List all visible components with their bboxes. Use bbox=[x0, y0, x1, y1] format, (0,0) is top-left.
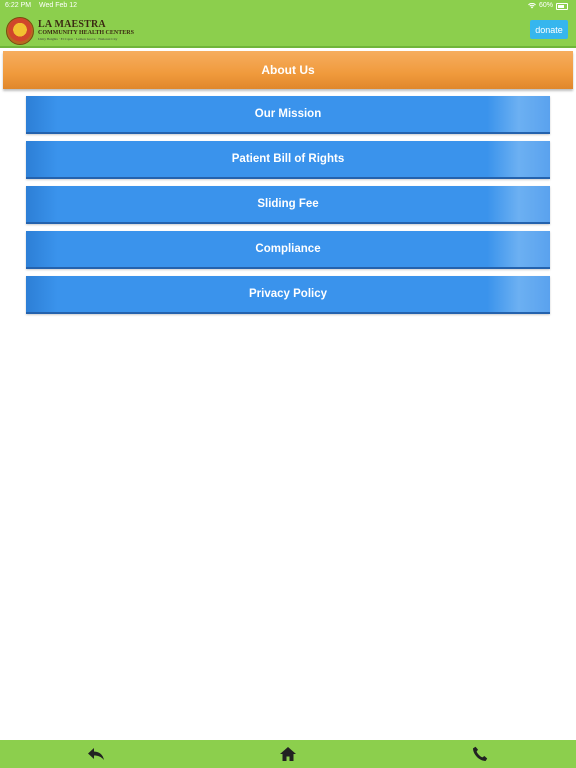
header-divider bbox=[0, 46, 576, 48]
section-header-about-us: About Us bbox=[3, 51, 573, 89]
status-bar: 6:22 PM Wed Feb 12 60% bbox=[0, 0, 576, 12]
status-time: 6:22 PM bbox=[5, 2, 32, 9]
menu-item-patient-bill-of-rights[interactable]: Patient Bill of Rights bbox=[26, 141, 550, 179]
battery-icon bbox=[556, 2, 568, 10]
status-date: Wed Feb 12 bbox=[39, 2, 78, 9]
back-icon[interactable] bbox=[86, 744, 106, 764]
menu-item-compliance[interactable]: Compliance bbox=[26, 231, 550, 269]
logo: LA MAESTRA COMMUNITY HEALTH CENTERS Unit… bbox=[6, 17, 134, 45]
logo-title: LA MAESTRA bbox=[38, 19, 106, 30]
donate-button[interactable]: donate bbox=[530, 20, 568, 39]
battery-percent: 60% bbox=[538, 2, 553, 9]
logo-seal-icon bbox=[6, 17, 34, 45]
bottom-toolbar bbox=[0, 740, 576, 768]
logo-tagline: Unity Heights · El Cajon · Lemon Grove ·… bbox=[38, 37, 118, 41]
logo-subtitle: COMMUNITY HEALTH CENTERS bbox=[38, 30, 134, 36]
wifi-icon bbox=[528, 3, 536, 9]
menu-item-privacy-policy[interactable]: Privacy Policy bbox=[26, 276, 550, 314]
home-icon[interactable] bbox=[278, 744, 298, 764]
app-header: LA MAESTRA COMMUNITY HEALTH CENTERS Unit… bbox=[0, 12, 576, 46]
menu-item-sliding-fee[interactable]: Sliding Fee bbox=[26, 186, 550, 224]
about-menu: Our Mission Patient Bill of Rights Slidi… bbox=[26, 96, 550, 321]
phone-icon[interactable] bbox=[470, 744, 490, 764]
menu-item-our-mission[interactable]: Our Mission bbox=[26, 96, 550, 134]
